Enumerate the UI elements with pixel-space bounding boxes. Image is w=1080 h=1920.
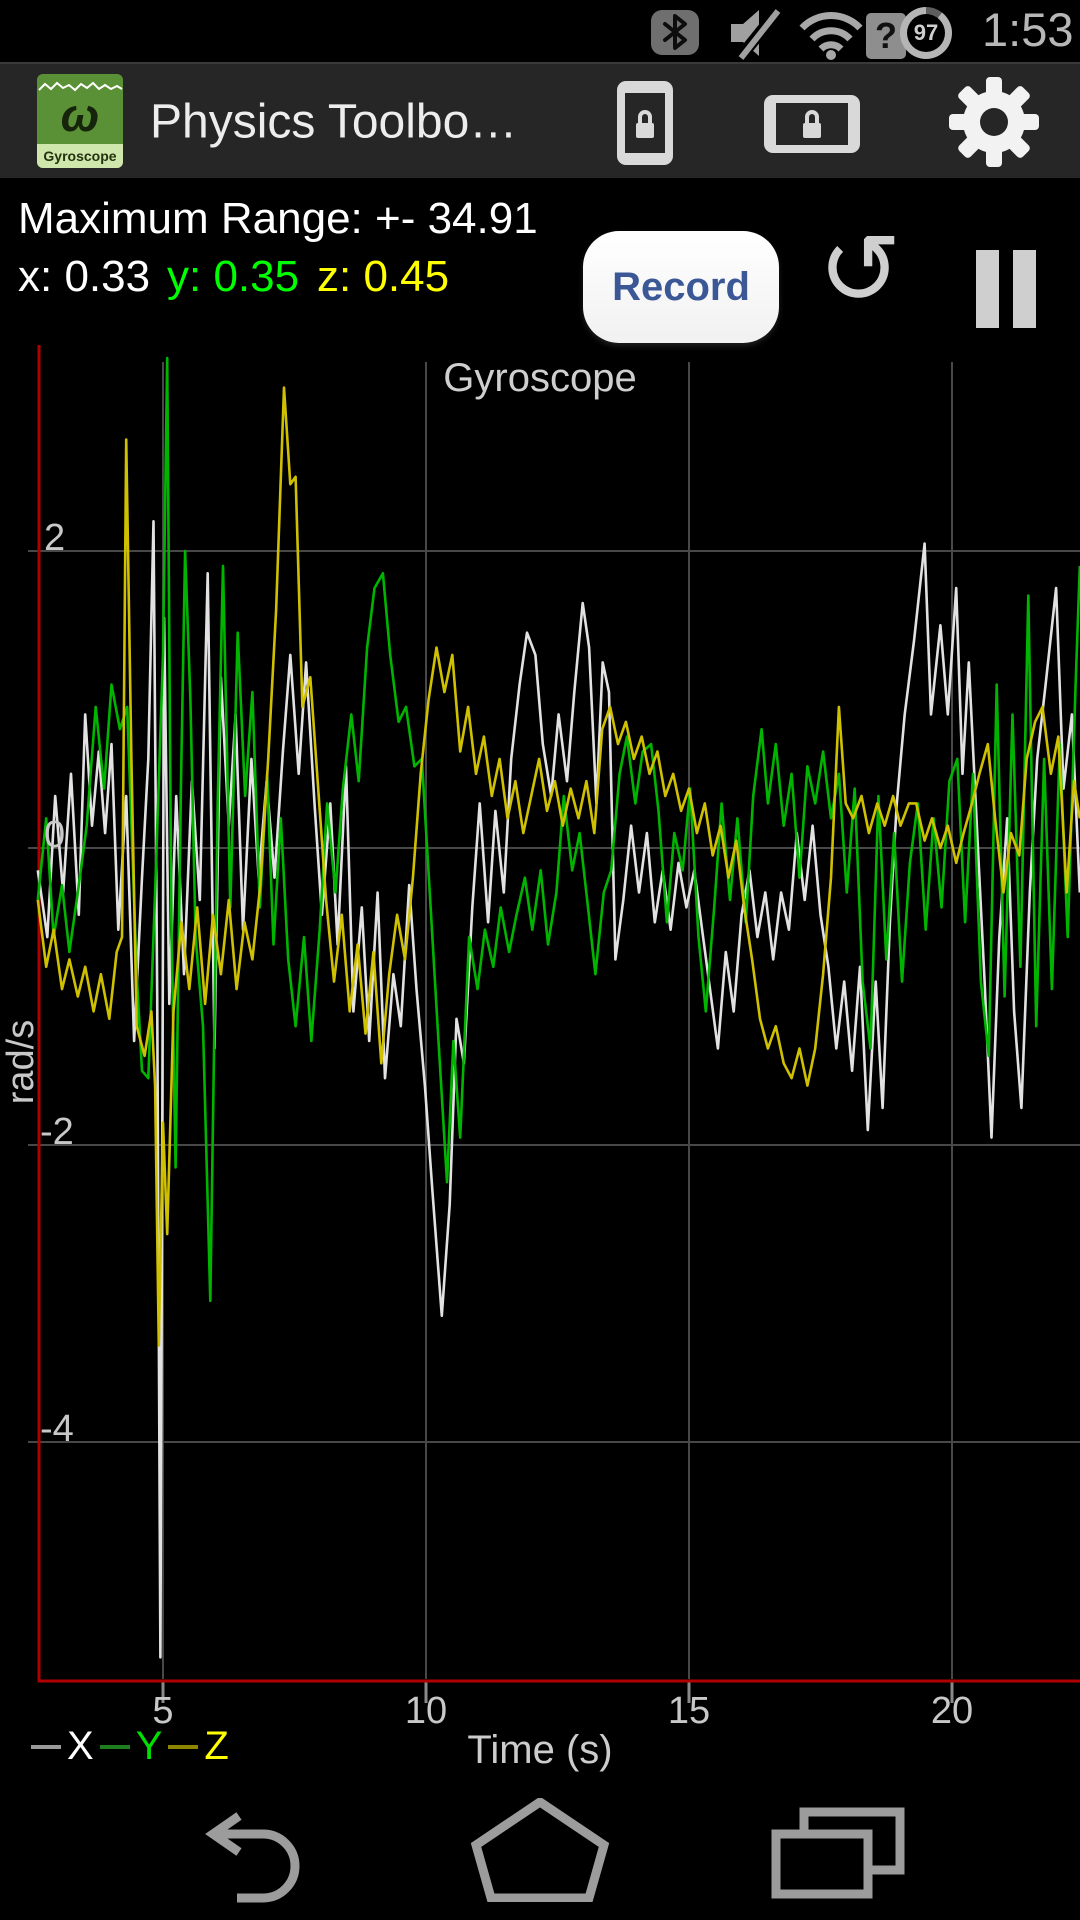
nav-bar	[0, 1790, 1080, 1920]
app-icon: ω Gyroscope	[37, 74, 123, 168]
app-title: Physics Toolbo…	[150, 95, 518, 149]
series-x	[36, 520, 1080, 1659]
readout-panel: Maximum Range: +- 34.91 x: 0.33 y: 0.35 …	[0, 178, 1080, 345]
x-tick-10: 10	[404, 1690, 448, 1732]
back-icon[interactable]	[185, 1806, 315, 1906]
max-range-label: Maximum Range: +- 34.91	[18, 194, 538, 243]
app-icon-label: Gyroscope	[37, 144, 123, 168]
bluetooth-icon	[651, 10, 699, 55]
omega-symbol: ω	[60, 89, 100, 141]
recents-icon[interactable]	[768, 1804, 908, 1900]
legend-label-y: Y	[135, 1724, 163, 1768]
x-axis-label: Time (s)	[467, 1728, 613, 1772]
gyroscope-chart	[28, 345, 1080, 1703]
x-tick-15: 15	[667, 1690, 711, 1732]
legend-dash-x	[31, 1744, 61, 1749]
z-value: z: 0.45	[317, 252, 450, 301]
y-tick-2: 2	[44, 517, 66, 559]
app-screen: ? 97 1:53 ω Gyroscope Physics Toolbo… Ma…	[0, 0, 1080, 1920]
legend-label-x: X	[67, 1724, 94, 1768]
battery-percent: 97	[913, 20, 939, 45]
legend-dash-y	[99, 1744, 130, 1749]
x-value: x: 0.33	[18, 252, 151, 301]
pause-icon[interactable]	[976, 250, 1036, 330]
status-bar: ? 97 1:53	[0, 0, 1080, 62]
y-tick-n4: -4	[40, 1408, 74, 1450]
y-tick-0: 0	[44, 814, 66, 856]
home-icon[interactable]	[470, 1798, 610, 1902]
legend-dash-z	[168, 1744, 199, 1749]
y-value: y: 0.35	[167, 252, 300, 301]
y-tick-n2: -2	[40, 1111, 74, 1153]
mute-icon	[731, 6, 785, 60]
x-tick-20: 20	[930, 1690, 974, 1732]
battery-icon: 97	[900, 7, 952, 59]
y-axis-label: rad/s	[0, 1019, 42, 1105]
app-bar: ω Gyroscope Physics Toolbo…	[0, 62, 1080, 178]
chart-series	[36, 356, 1080, 1659]
chart-legend: X Y Z	[28, 1724, 232, 1769]
series-y	[36, 356, 1080, 1303]
x-axis-tick-marks	[161, 1681, 954, 1703]
wifi-icon	[799, 12, 863, 60]
reset-icon[interactable]: ↺	[818, 220, 902, 320]
legend-label-z: Z	[204, 1724, 229, 1768]
settings-gear-icon[interactable]	[946, 74, 1042, 170]
landscape-lock-icon[interactable]	[762, 92, 862, 156]
record-button[interactable]: Record	[583, 231, 779, 343]
clock: 1:53	[982, 3, 1074, 56]
portrait-lock-icon[interactable]	[614, 79, 676, 167]
